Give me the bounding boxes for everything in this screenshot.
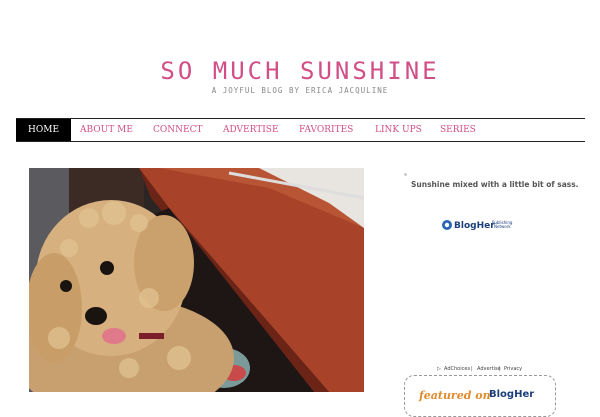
nav-link-ups[interactable]: LINK UPS [375,119,422,141]
adchoices-icon[interactable]: ▷ [437,366,441,372]
post-photo-dog[interactable] [29,168,364,392]
advertise-link[interactable]: Advertise [477,366,501,372]
adchoices-link[interactable]: AdChoices [444,366,470,372]
nav-advertise[interactable]: ADVERTISE [223,119,279,141]
dog-photo-illustration [29,168,364,392]
blogher-badge-text: BlogHer [454,221,495,231]
main-nav: HOME ABOUT ME CONNECT ADVERTISE FAVORITE… [16,118,585,142]
sidebar-tagline: Sunshine mixed with a little bit of sass… [411,180,579,189]
privacy-link[interactable]: Privacy [504,366,522,372]
sidebar-bullet [404,173,407,176]
featured-on-blogher-badge[interactable]: featured on BlogHer [404,375,556,417]
blogher-publishing-badge[interactable]: BlogHer Publishing Network [441,216,521,232]
featured-on-text: featured on [419,389,491,402]
nav-favorites[interactable]: FAVORITES [299,119,353,141]
featured-blogher-logo: BlogHer [489,389,535,400]
nav-home[interactable]: HOME [16,119,72,141]
site-title[interactable]: SO MUCH SUNSHINE [0,57,600,85]
svg-text:Network: Network [494,224,511,229]
nav-connect[interactable]: CONNECT [153,119,202,141]
site-tagline: A JOYFUL BLOG BY ERICA JACQULINE [211,86,389,95]
nav-about-me[interactable]: ABOUT ME [80,119,133,141]
nav-series[interactable]: SERIES [440,119,476,141]
